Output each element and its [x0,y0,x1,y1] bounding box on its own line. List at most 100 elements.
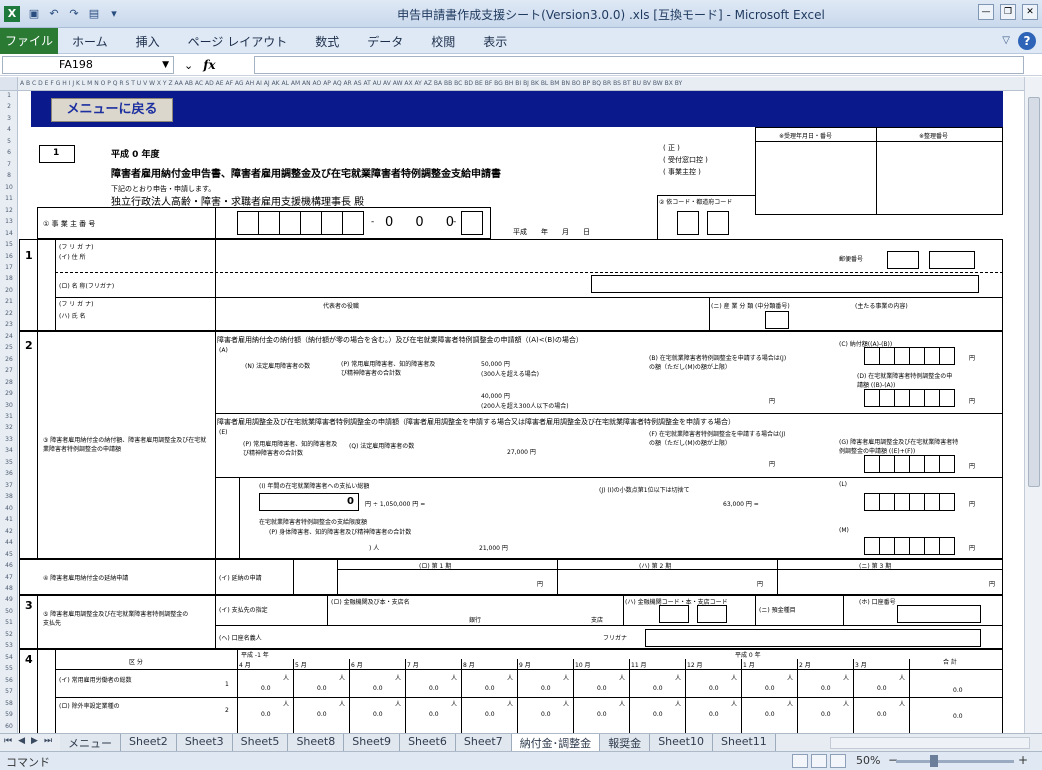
sheet-tab[interactable]: Sheet8 [288,734,345,752]
column-letters[interactable]: A B C D E F G H I J K L M N O P Q R S T … [20,80,682,87]
insert-function-icon[interactable]: fx [203,58,215,72]
month-value[interactable]: 0.0 [485,711,495,718]
row-header[interactable]: 52 [0,631,17,638]
row-header[interactable]: 2 [0,103,17,110]
row-header[interactable]: 14 [0,230,17,237]
month-value[interactable]: 0.0 [709,711,719,718]
tab-page-layout[interactable]: ページ レイアウト [188,33,288,50]
row-header[interactable]: 27 [0,367,17,374]
sheet-tab[interactable]: Sheet5 [232,734,289,752]
month-value[interactable]: 0.0 [373,711,383,718]
row-header[interactable]: 26 [0,356,17,363]
row-header[interactable]: 18 [0,275,17,282]
formula-input[interactable] [254,56,1024,74]
row-header[interactable]: 45 [0,551,17,558]
back-to-menu-button[interactable]: メニューに戻る [51,98,173,122]
month-value[interactable]: 0.0 [541,711,551,718]
month-value[interactable]: 0.0 [653,711,663,718]
row-header[interactable]: 51 [0,619,17,626]
row-header[interactable]: 11 [0,195,17,202]
month-value[interactable]: 0.0 [877,711,887,718]
row-header[interactable]: 35 [0,459,17,466]
row-header[interactable]: 22 [0,310,17,317]
l-amount-cells[interactable] [864,493,955,511]
row-header[interactable]: 8 [0,172,17,179]
row-header[interactable]: 36 [0,470,17,477]
row-header[interactable]: 33 [0,436,17,443]
restore-icon[interactable]: ❐ [1000,4,1016,20]
month-value[interactable]: 0.0 [821,685,831,692]
month-value[interactable]: 0.0 [765,685,775,692]
employer-number-digits[interactable]: 0 0 0 [385,215,463,230]
row-header[interactable]: 31 [0,413,17,420]
row-header[interactable]: 30 [0,402,17,409]
row-header[interactable]: 32 [0,424,17,431]
zoom-level[interactable]: 50% [856,754,880,767]
row-header[interactable]: 58 [0,700,17,707]
month-value[interactable]: 0.0 [261,685,271,692]
ribbon-collapse-icon[interactable]: ▽ [1002,32,1010,50]
row-header[interactable]: 34 [0,447,17,454]
row-header[interactable]: 37 [0,482,17,489]
help-icon[interactable]: ? [1018,32,1036,50]
row-header[interactable]: 10 [0,184,17,191]
tab-formulas[interactable]: 数式 [315,33,339,50]
sheet-tab[interactable]: Sheet2 [121,734,177,752]
month-value[interactable]: 0.0 [261,711,271,718]
next-sheet-icon[interactable]: ▶ [31,736,38,746]
zoom-slider[interactable] [896,755,1014,767]
row-header[interactable]: 4 [0,126,17,133]
g-amount-cells[interactable] [864,455,955,473]
account-name-input[interactable] [645,629,981,647]
month-value[interactable]: 0.0 [821,711,831,718]
sheet-tab[interactable]: Sheet3 [176,734,233,752]
tab-insert[interactable]: 挿入 [136,33,160,50]
row-header[interactable]: 16 [0,253,17,260]
month-value[interactable]: 0.0 [877,685,887,692]
row-header[interactable]: 17 [0,264,17,271]
sheet-tab[interactable]: Sheet7 [455,734,512,752]
page-break-view-icon[interactable] [830,754,846,768]
month-value[interactable]: 0.0 [317,685,327,692]
row-header[interactable]: 7 [0,161,17,168]
row-header[interactable]: 23 [0,321,17,328]
sheet-tab[interactable]: 報奨金 [600,734,651,752]
row-header[interactable]: 46 [0,562,17,569]
row-header[interactable]: 53 [0,642,17,649]
row-header[interactable]: 48 [0,585,17,592]
vertical-scroll-thumb[interactable] [1028,97,1040,487]
month-value[interactable]: 0.0 [597,711,607,718]
employer-number-cells[interactable] [237,211,364,235]
row-header[interactable]: 25 [0,344,17,351]
close-icon[interactable]: ✕ [1022,4,1038,20]
month-value[interactable]: 0.0 [485,685,495,692]
industry-number-input[interactable] [765,311,789,329]
month-value[interactable]: 0.0 [709,685,719,692]
normal-view-icon[interactable] [792,754,808,768]
sheet-tab[interactable]: Sheet10 [650,734,713,752]
row-header[interactable]: 47 [0,574,17,581]
d-amount-cells[interactable] [864,389,955,407]
row-header[interactable]: 20 [0,287,17,294]
c-amount-cells[interactable] [864,347,955,365]
tab-home[interactable]: ホーム [72,33,108,50]
row-header[interactable]: 42 [0,528,17,535]
sheet-tab[interactable]: Sheet11 [713,734,776,752]
chevron-down-icon[interactable]: ▼ [162,57,169,73]
month-value[interactable]: 0.0 [429,711,439,718]
month-value[interactable]: 0.0 [429,685,439,692]
page-layout-view-icon[interactable] [811,754,827,768]
sheet-tab[interactable]: メニュー [60,734,121,752]
row-header[interactable]: 5 [0,138,17,145]
name-box[interactable]: FA198 ▼ [2,56,174,74]
row-header[interactable]: 59 [0,711,17,718]
row-header[interactable]: 60 [0,723,17,730]
zoom-in-icon[interactable]: + [1018,753,1028,767]
row-header[interactable]: 41 [0,516,17,523]
tab-file[interactable]: ファイル [0,28,58,54]
worksheet-grid[interactable]: メニューに戻る 1 平成 0 年度 障害者雇用納付金申告書、障害者雇用調整金及び… [19,91,1024,733]
row-header[interactable]: 56 [0,677,17,684]
prev-sheet-icon[interactable]: ◀ [18,736,25,746]
bank-code-cells[interactable] [659,605,727,623]
account-no-input[interactable] [897,605,981,623]
